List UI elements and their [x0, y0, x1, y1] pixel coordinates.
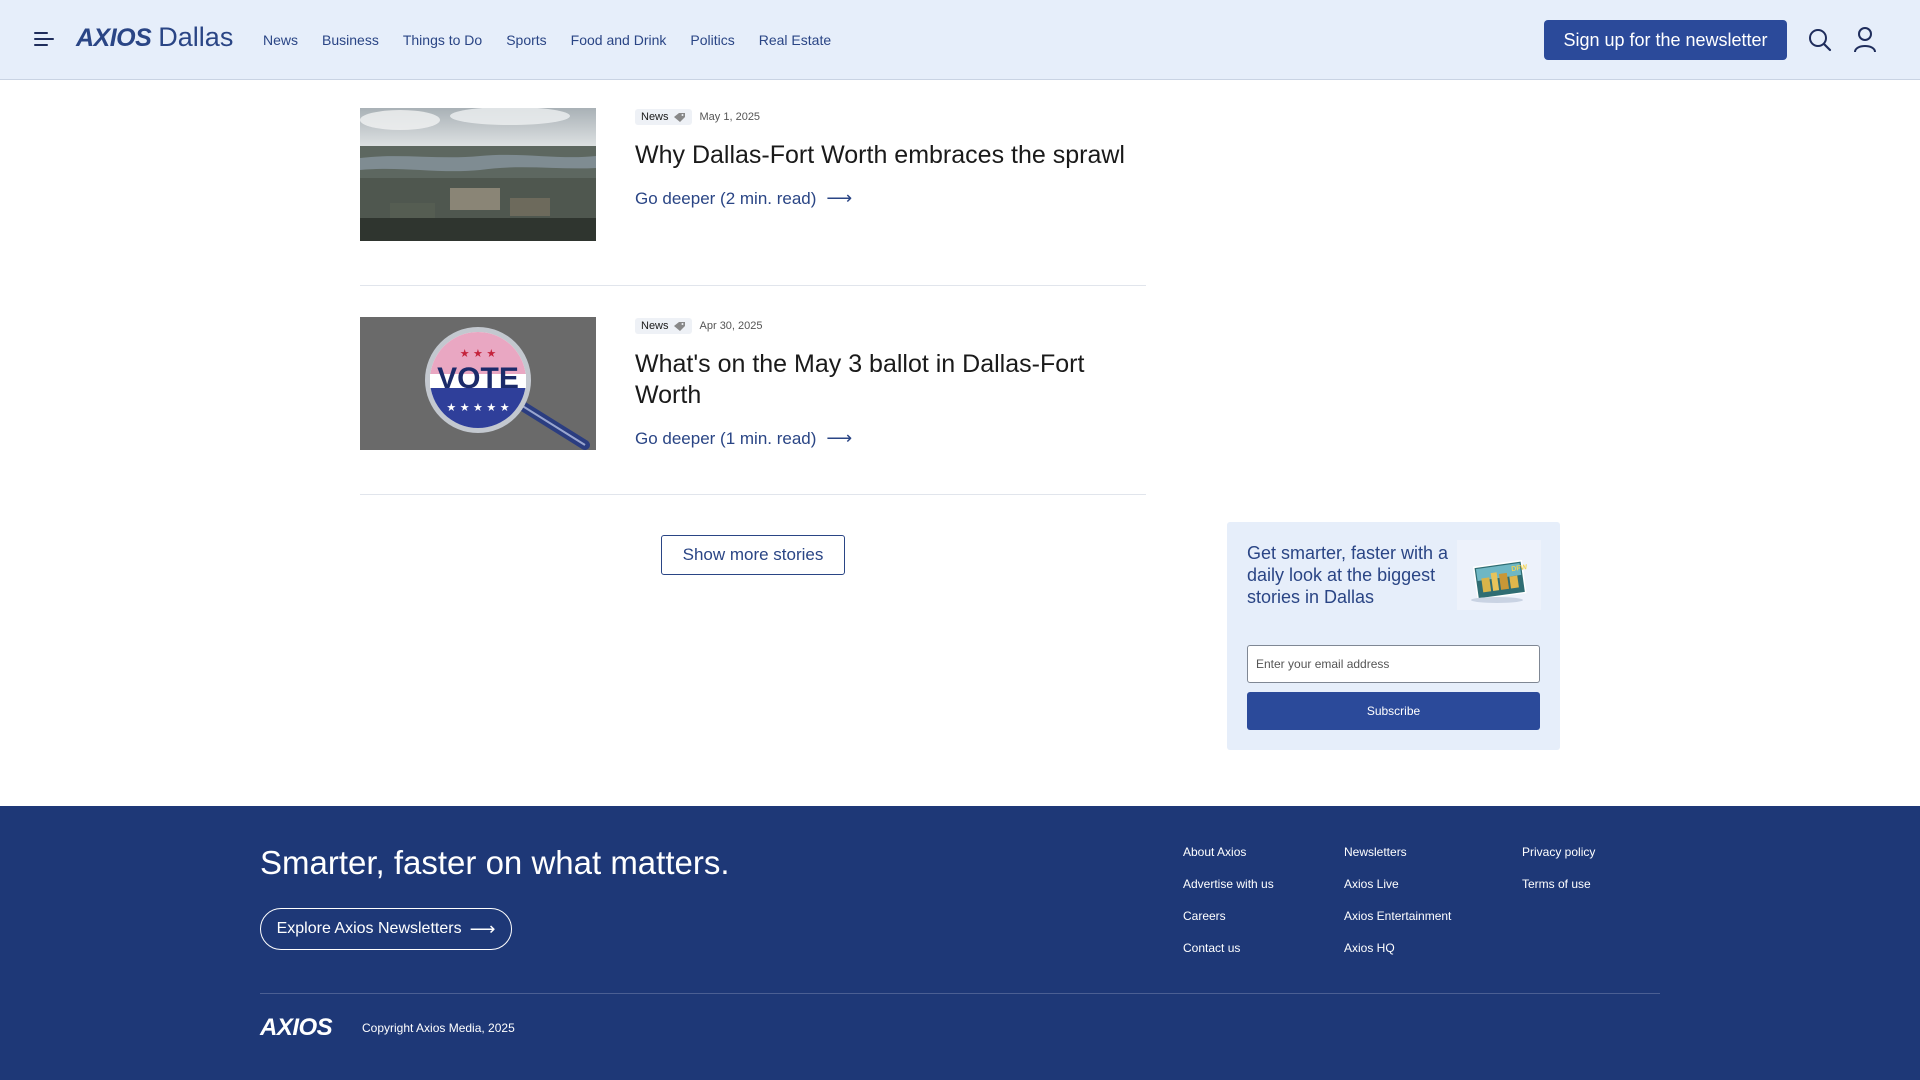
- hamburger-menu-icon[interactable]: [34, 30, 54, 48]
- footer-divider: [260, 993, 1660, 994]
- arrow-right-icon: ⟶: [826, 188, 853, 208]
- tag-icon: [673, 112, 685, 122]
- footer-link-newsletters[interactable]: Newsletters: [1344, 844, 1451, 876]
- show-more-stories-button[interactable]: Show more stories: [661, 535, 845, 575]
- nav-link-news[interactable]: News: [263, 32, 298, 48]
- nav-link-real-estate[interactable]: Real Estate: [759, 32, 831, 48]
- nav-link-business[interactable]: Business: [322, 32, 379, 48]
- email-field[interactable]: [1247, 645, 1540, 683]
- logo-brand: AXIOS: [76, 24, 152, 52]
- story-date: May 1, 2025: [699, 111, 761, 123]
- subscribe-button[interactable]: Subscribe: [1247, 692, 1540, 730]
- story-body: News Apr 30, 2025 What's on the May 3 ba…: [635, 317, 1146, 449]
- svg-text:VOTE: VOTE: [437, 362, 519, 395]
- story-meta: News Apr 30, 2025: [635, 317, 1146, 335]
- footer-link-axios-live[interactable]: Axios Live: [1344, 876, 1451, 908]
- main-nav: News Business Things to Do Sports Food a…: [263, 0, 855, 80]
- user-account-icon[interactable]: [1853, 26, 1877, 54]
- story-divider: [360, 285, 1146, 286]
- story-meta: News May 1, 2025: [635, 108, 1146, 126]
- footer-link-careers[interactable]: Careers: [1183, 908, 1274, 940]
- svg-text:★ ★ ★ ★ ★: ★ ★ ★ ★ ★: [446, 401, 509, 414]
- footer-link-terms[interactable]: Terms of use: [1522, 876, 1595, 908]
- section-tag-label: News: [641, 320, 669, 332]
- go-deeper-link[interactable]: Go deeper (2 min. read) ⟶: [635, 188, 1146, 209]
- story-card: News May 1, 2025 Why Dallas-Fort Worth e…: [360, 108, 1146, 242]
- footer-tagline: Smarter, faster on what matters.: [260, 844, 730, 881]
- footer-link-contact[interactable]: Contact us: [1183, 940, 1274, 972]
- search-icon[interactable]: [1808, 28, 1832, 52]
- site-header: AXIOS Dallas News Business Things to Do …: [0, 0, 1920, 80]
- footer-links-company: About Axios Advertise with us Careers Co…: [1183, 844, 1274, 972]
- story-date: Apr 30, 2025: [699, 320, 763, 332]
- site-logo[interactable]: AXIOS Dallas: [76, 22, 233, 58]
- section-tag-label: News: [641, 111, 669, 123]
- footer-links-legal: Privacy policy Terms of use: [1522, 844, 1595, 908]
- newsletter-signup-button[interactable]: Sign up for the newsletter: [1544, 20, 1787, 60]
- story-image-aerial-suburbs[interactable]: [360, 108, 596, 241]
- footer-link-axios-hq[interactable]: Axios HQ: [1344, 940, 1451, 972]
- nav-link-things-to-do[interactable]: Things to Do: [403, 32, 482, 48]
- story-image-vote-button[interactable]: VOTE ★ ★ ★ ★ ★ ★ ★ ★: [360, 317, 596, 450]
- copyright-text: Copyright Axios Media, 2025: [362, 1021, 515, 1035]
- go-deeper-label: Go deeper (1 min. read): [635, 428, 817, 448]
- footer-link-privacy[interactable]: Privacy policy: [1522, 844, 1595, 876]
- footer-link-advertise[interactable]: Advertise with us: [1183, 876, 1274, 908]
- go-deeper-label: Go deeper (2 min. read): [635, 188, 817, 208]
- section-tag[interactable]: News: [635, 109, 692, 125]
- logo-city: Dallas: [158, 22, 234, 52]
- nav-link-food-and-drink[interactable]: Food and Drink: [571, 32, 667, 48]
- story-card: VOTE ★ ★ ★ ★ ★ ★ ★ ★ News Apr 30, 2025 W…: [360, 317, 1146, 451]
- footer-link-about[interactable]: About Axios: [1183, 844, 1274, 876]
- site-footer: Smarter, faster on what matters. Explore…: [0, 806, 1920, 1080]
- newsletter-signup-card: Get smarter, faster with a daily look at…: [1227, 522, 1560, 750]
- newsletter-promo-text: Get smarter, faster with a daily look at…: [1247, 543, 1449, 607]
- section-tag[interactable]: News: [635, 318, 692, 334]
- svg-text:★ ★ ★: ★ ★ ★: [460, 347, 497, 360]
- footer-link-axios-entertainment[interactable]: Axios Entertainment: [1344, 908, 1451, 940]
- story-headline[interactable]: What's on the May 3 ballot in Dallas-For…: [635, 349, 1146, 411]
- dallas-postcard-illustration: DFW: [1457, 540, 1541, 610]
- nav-link-sports[interactable]: Sports: [506, 32, 546, 48]
- nav-link-politics[interactable]: Politics: [690, 32, 734, 48]
- story-divider: [360, 494, 1146, 495]
- story-body: News May 1, 2025 Why Dallas-Fort Worth e…: [635, 108, 1146, 209]
- explore-newsletters-button[interactable]: Explore Axios Newsletters ⟶: [260, 908, 512, 950]
- arrow-right-icon: ⟶: [469, 918, 496, 939]
- go-deeper-link[interactable]: Go deeper (1 min. read) ⟶: [635, 428, 1146, 449]
- footer-logo[interactable]: AXIOS: [260, 1014, 333, 1042]
- explore-newsletters-label: Explore Axios Newsletters: [276, 920, 462, 937]
- story-headline[interactable]: Why Dallas-Fort Worth embraces the spraw…: [635, 140, 1146, 171]
- footer-links-products: Newsletters Axios Live Axios Entertainme…: [1344, 844, 1451, 972]
- arrow-right-icon: ⟶: [826, 428, 853, 448]
- tag-icon: [673, 321, 685, 331]
